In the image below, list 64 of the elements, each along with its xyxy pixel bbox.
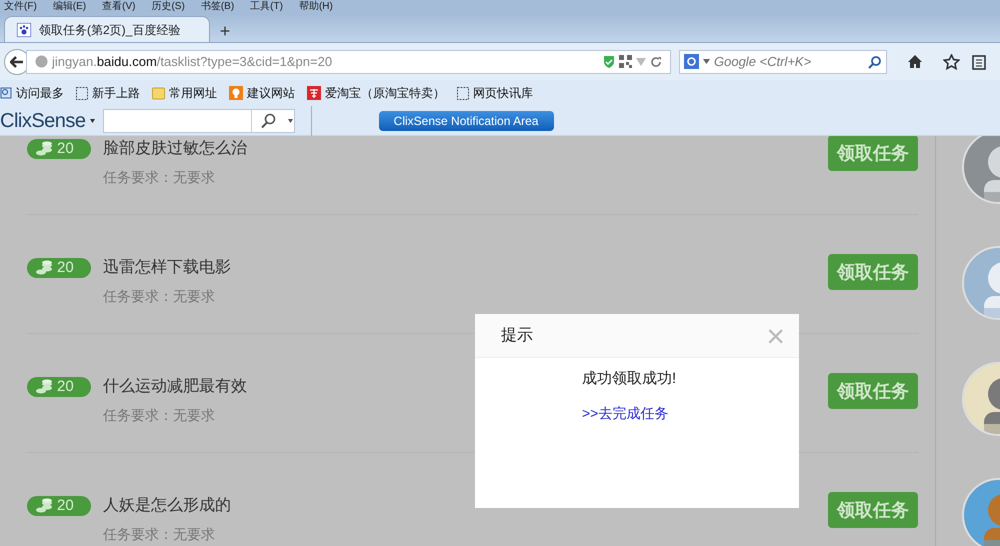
points-text: 20 xyxy=(57,258,74,278)
task-requirement: 任务要求：无要求 xyxy=(103,287,215,306)
paw-icon xyxy=(17,22,31,36)
new-tab-button[interactable]: + xyxy=(210,18,240,42)
task-link[interactable]: >>去完成任务 xyxy=(582,402,668,424)
bookmark-link[interactable]: 常用网址 xyxy=(169,84,217,102)
bookmark-link[interactable]: 爱淘宝（原淘宝特卖） xyxy=(325,84,445,102)
menu-item[interactable]: 工具(T) xyxy=(250,2,283,12)
tab-title: 领取任务(第2页)_百度经验 xyxy=(39,22,180,38)
home-icon[interactable] xyxy=(907,54,923,69)
notification-area-button[interactable]: ClixSense Notification Area xyxy=(378,110,554,130)
globe-icon xyxy=(35,55,48,68)
page-icon xyxy=(457,86,469,100)
url-text: jingyan.baidu.com/tasklist?type=3&cid=1&pn=20 xyxy=(52,52,332,71)
task-requirement: 任务要求：无要求 xyxy=(103,406,215,425)
shield-icon xyxy=(603,54,615,68)
task-title[interactable]: 脸部皮肤过敏怎么治 xyxy=(103,139,247,159)
browser-tab[interactable]: 领取任务(第2页)_百度经验 xyxy=(4,16,210,42)
qr-code-icon xyxy=(619,55,632,68)
bookmark-link[interactable]: 建议网站 xyxy=(247,84,295,102)
star-icon[interactable] xyxy=(943,54,960,70)
points-text: 20 xyxy=(57,138,74,159)
points-text: 20 xyxy=(57,376,74,397)
clipboard-icon[interactable] xyxy=(972,54,986,70)
task-title[interactable]: 迅雷怎样下载电影 xyxy=(103,258,231,278)
points-text: 20 xyxy=(57,496,74,516)
bulb-icon xyxy=(229,86,243,100)
dropdown-icon[interactable] xyxy=(90,118,95,122)
task-requirement: 任务要求：无要求 xyxy=(103,525,215,544)
search-icon[interactable] xyxy=(260,112,276,128)
search-icon[interactable] xyxy=(868,54,882,68)
address-field[interactable]: jingyan.baidu.com/tasklist?type=3&cid=1&pn=20 xyxy=(26,50,671,74)
back-arrow-icon xyxy=(10,56,24,68)
menu-item[interactable]: 查看(V) xyxy=(102,2,136,12)
google-icon xyxy=(684,54,699,69)
dropdown-icon xyxy=(703,59,710,64)
bookmark-link[interactable]: 网页快讯库 xyxy=(473,84,533,102)
toolbar-logo: ClixSense xyxy=(0,110,86,130)
search-input[interactable]: Google <Ctrl+K> xyxy=(714,52,864,72)
menu-item[interactable]: 文件(F) xyxy=(4,2,37,12)
coins-icon xyxy=(35,379,53,395)
coins-icon xyxy=(35,260,53,276)
task-title[interactable]: 什么运动减肥最有效 xyxy=(103,377,247,397)
coins-icon xyxy=(35,498,53,514)
page-icon xyxy=(76,86,88,100)
taobao-icon xyxy=(307,86,321,100)
folder-icon xyxy=(152,86,165,100)
toolbar-search-field[interactable] xyxy=(102,108,295,132)
dialog-title: 提示 xyxy=(501,326,533,346)
dropdown-icon[interactable] xyxy=(288,118,293,122)
task-title[interactable]: 人妖是怎么形成的 xyxy=(103,496,231,516)
dropdown-icon xyxy=(636,58,646,66)
search-icon xyxy=(0,87,12,99)
bookmark-link[interactable]: 新手上路 xyxy=(92,84,140,102)
menu-item[interactable]: 帮助(H) xyxy=(298,2,333,12)
menu-item[interactable]: 历史(S) xyxy=(151,2,185,12)
dialog-message: 成功领取成功! xyxy=(582,369,676,389)
menu-item[interactable]: 书签(B) xyxy=(200,2,234,12)
search-field[interactable]: Google <Ctrl+K> xyxy=(679,50,887,74)
coins-icon xyxy=(35,141,53,157)
task-requirement: 任务要求：无要求 xyxy=(103,168,215,187)
bookmark-link[interactable]: 访问最多 xyxy=(16,84,64,102)
menu-item[interactable]: 编辑(E) xyxy=(52,2,86,12)
reload-icon[interactable] xyxy=(650,56,662,68)
